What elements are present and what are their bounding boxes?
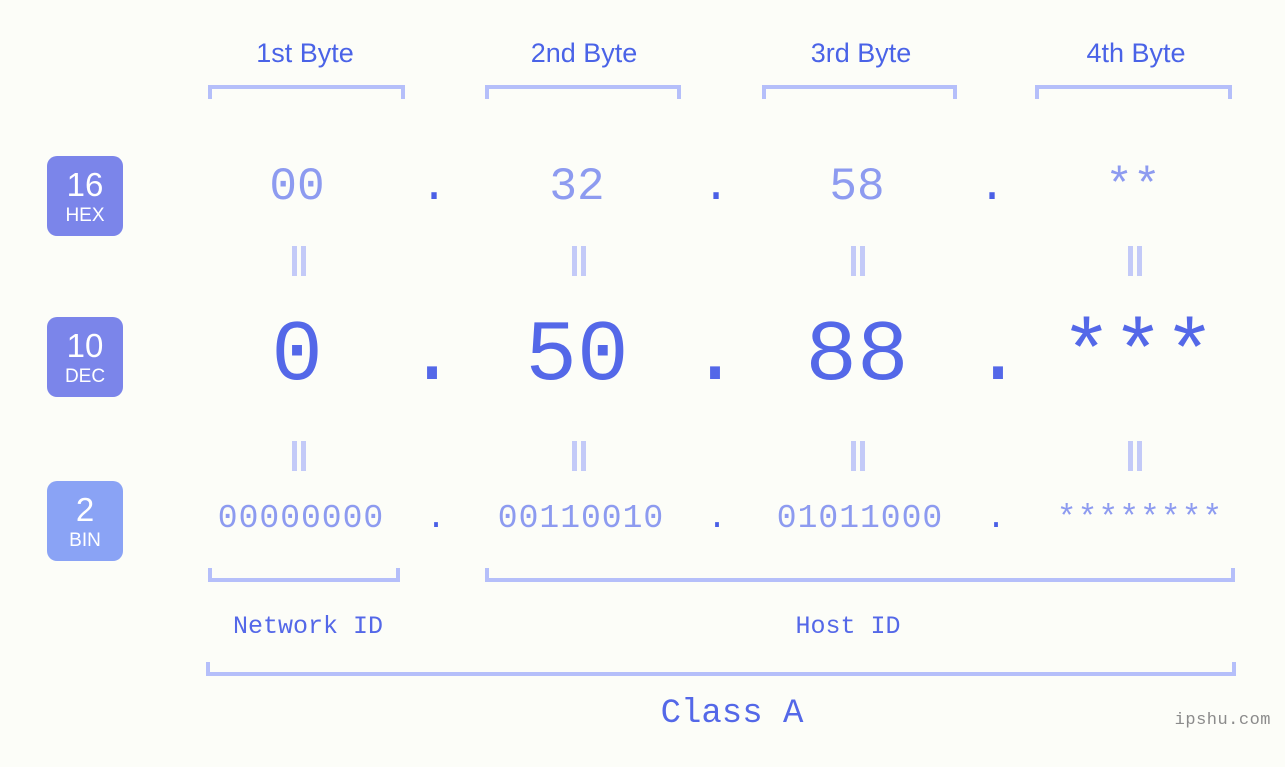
host-id-bracket [485,568,1235,582]
equals-marker-dec-bin-3 [849,441,867,471]
bin-separator-3: . [986,500,1006,537]
address-class-label: Class A [660,695,804,733]
radix-badge-dec: 10 DEC [47,317,123,397]
dec-separator-1: . [406,307,458,405]
dec-byte-3: 88 [805,307,909,405]
dec-byte-4: *** [1060,307,1216,405]
bin-byte-2: 00110010 [497,500,665,537]
byte-header-2: 2nd Byte [530,38,638,68]
radix-badge-dec-unit: DEC [64,365,106,387]
hex-byte-3: 58 [829,161,885,213]
network-id-bracket [208,568,400,582]
dec-separator-2: . [689,307,741,405]
bin-separator-1: . [426,500,446,537]
radix-badge-bin-number: 2 [75,490,95,528]
equals-marker-hex-dec-3 [849,246,867,276]
bin-byte-4: ******** [1056,500,1224,537]
dec-separator-3: . [972,307,1024,405]
radix-badge-hex-unit: HEX [65,204,105,226]
hex-separator-2: . [702,161,730,213]
dec-byte-1: 0 [271,307,323,405]
equals-marker-dec-bin-1 [290,441,308,471]
site-watermark: ipshu.com [1174,711,1271,730]
ip-breakdown-diagram: 1st Byte 2nd Byte 3rd Byte 4th Byte 16 H… [0,0,1285,767]
hex-byte-1: 00 [269,161,325,213]
byte-bracket-top-3 [762,85,957,99]
radix-badge-dec-number: 10 [66,326,104,364]
hex-byte-4: ** [1105,161,1161,213]
byte-header-3: 3rd Byte [810,38,912,68]
byte-bracket-top-4 [1035,85,1232,99]
hex-separator-1: . [420,161,448,213]
radix-badge-hex: 16 HEX [47,156,123,236]
radix-badge-hex-number: 16 [66,165,104,203]
address-class-bracket [206,662,1236,676]
dec-byte-2: 50 [525,307,629,405]
byte-bracket-top-2 [485,85,681,99]
byte-bracket-top-1 [208,85,405,99]
hex-separator-3: . [978,161,1006,213]
radix-badge-bin: 2 BIN [47,481,123,561]
host-id-label: Host ID [795,612,901,641]
byte-header-4: 4th Byte [1086,38,1186,68]
bin-byte-1: 00000000 [217,500,385,537]
network-id-label: Network ID [232,612,384,641]
equals-marker-hex-dec-1 [290,246,308,276]
equals-marker-hex-dec-2 [570,246,588,276]
equals-marker-hex-dec-4 [1126,246,1144,276]
bin-separator-2: . [707,500,727,537]
bin-byte-3: 01011000 [776,500,944,537]
byte-header-1: 1st Byte [256,38,354,68]
radix-badge-bin-unit: BIN [69,529,101,551]
equals-marker-dec-bin-4 [1126,441,1144,471]
hex-byte-2: 32 [549,161,605,213]
equals-marker-dec-bin-2 [570,441,588,471]
